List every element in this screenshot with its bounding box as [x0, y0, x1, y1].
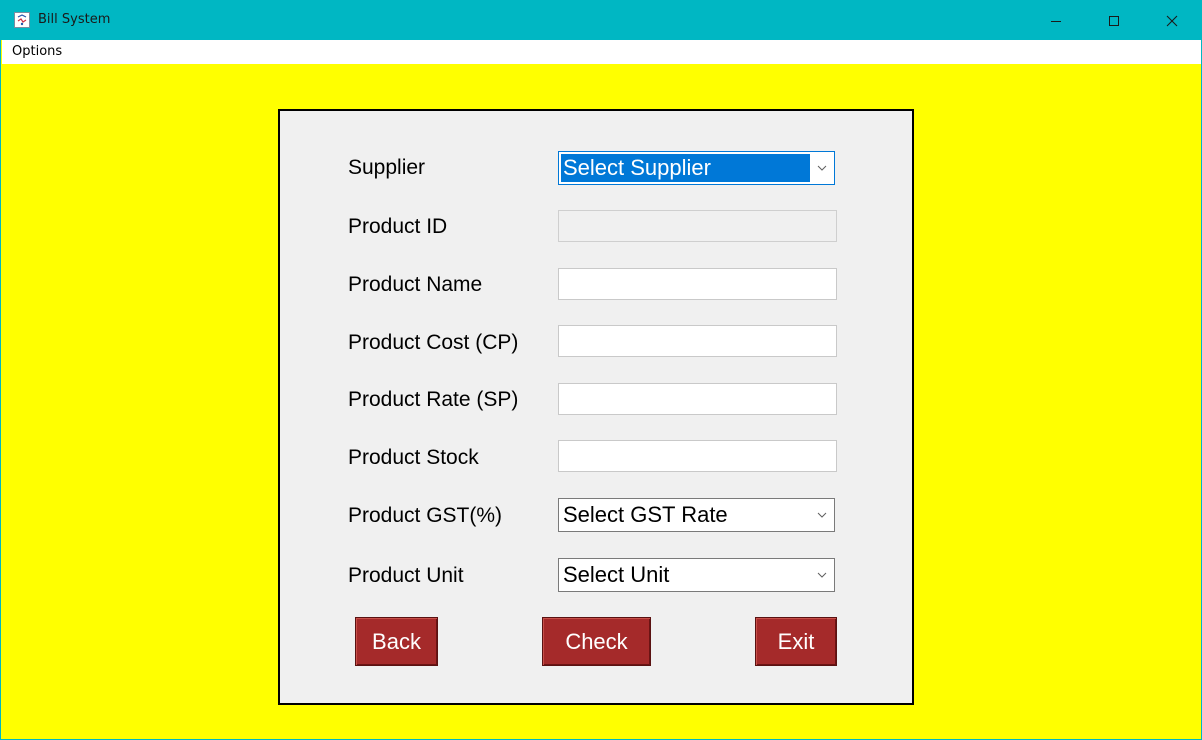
gst-rate-selected-value: Select GST Rate [563, 502, 728, 527]
supplier-label: Supplier [348, 156, 426, 179]
close-icon [1166, 15, 1178, 26]
product-id-field[interactable] [558, 210, 837, 242]
exit-button[interactable]: Exit [755, 617, 837, 666]
product-name-label: Product Name [348, 273, 483, 296]
minimize-button[interactable] [1027, 1, 1085, 40]
chevron-down-icon[interactable] [813, 562, 831, 588]
menu-item-options[interactable]: Options [12, 44, 62, 60]
supplier-selected-value: Select Supplier [563, 155, 711, 180]
maximize-button[interactable] [1085, 1, 1143, 40]
app-window: Bill System Options Supplier Select Supp… [0, 0, 1202, 740]
unit-select[interactable]: Select Unit [558, 558, 835, 592]
minimize-icon [1051, 20, 1061, 22]
product-id-label: Product ID [348, 215, 448, 238]
title-bar[interactable]: Bill System [1, 1, 1202, 40]
product-unit-label: Product Unit [348, 564, 464, 587]
product-stock-label: Product Stock [348, 446, 479, 469]
gst-rate-select[interactable]: Select GST Rate [558, 498, 835, 532]
unit-selected-value: Select Unit [563, 562, 670, 587]
product-stock-field[interactable] [558, 440, 837, 472]
product-name-field[interactable] [558, 268, 837, 300]
back-button[interactable]: Back [355, 617, 438, 666]
supplier-select[interactable]: Select Supplier [558, 151, 835, 185]
check-button[interactable]: Check [542, 617, 651, 666]
product-form-panel: Supplier Select Supplier Product ID Prod… [278, 109, 914, 705]
chevron-down-icon[interactable] [813, 502, 831, 528]
product-gst-label: Product GST(%) [348, 504, 503, 527]
product-cost-field[interactable] [558, 325, 837, 357]
window-title: Bill System [38, 12, 111, 27]
menu-bar: Options [2, 40, 1201, 64]
app-icon [14, 12, 30, 28]
close-button[interactable] [1143, 1, 1201, 40]
product-rate-label: Product Rate (SP) [348, 388, 519, 411]
product-cost-label: Product Cost (CP) [348, 331, 519, 354]
product-rate-field[interactable] [558, 383, 837, 415]
maximize-icon [1109, 15, 1119, 26]
chevron-down-icon[interactable] [813, 155, 831, 181]
